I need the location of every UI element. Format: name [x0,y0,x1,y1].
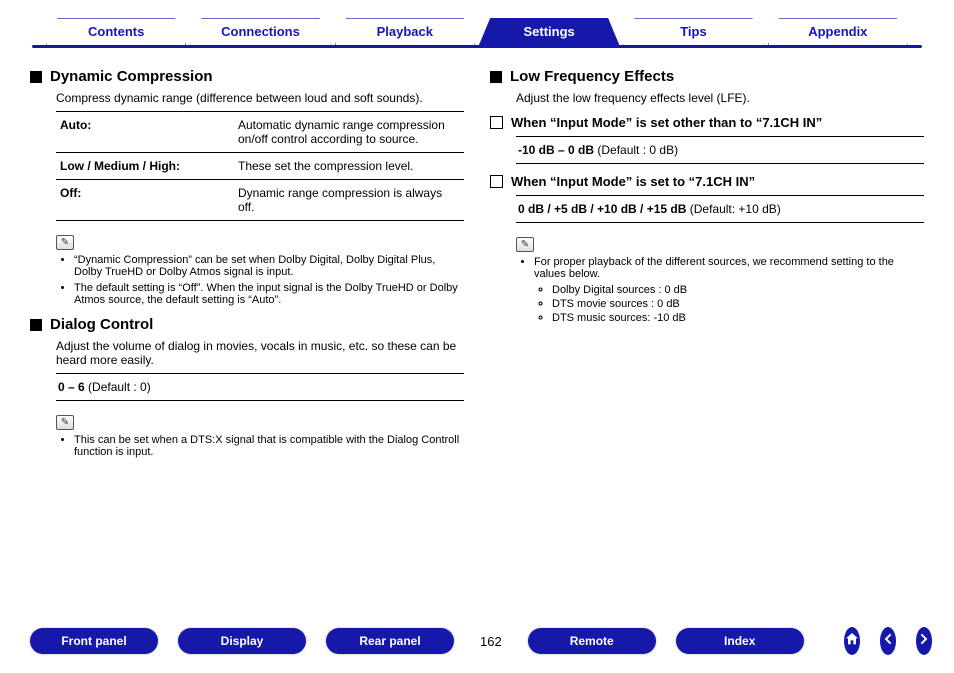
dialog-control-notes: This can be set when a DTS:X signal that… [56,434,464,458]
tab-contents[interactable]: Contents [46,18,186,45]
note-item: For proper playback of the different sou… [534,256,924,324]
opt-value: These set the compression level. [234,153,464,180]
lfe-range-other: -10 dB – 0 dB (Default : 0 dB) [516,136,924,164]
pencil-note-icon: ✎ [56,235,74,250]
range-bold: 0 dB / +5 dB / +10 dB / +15 dB [518,202,686,216]
square-bullet-icon [30,319,42,331]
opt-key: Off: [56,180,234,221]
left-column: Dynamic Compression Compress dynamic ran… [30,64,464,468]
dynamic-compression-intro: Compress dynamic range (difference betwe… [56,91,464,105]
range-default: (Default : 0 dB) [594,143,678,157]
arrow-right-icon [916,631,932,652]
heading-input-mode-other: When “Input Mode” is set other than to “… [490,115,924,130]
square-bullet-icon [30,71,42,83]
note-subitem: DTS music sources: -10 dB [552,312,924,324]
pencil-note-icon: ✎ [56,415,74,430]
table-row: Auto: Automatic dynamic range compressio… [56,112,464,153]
heading-dialog-control: Dialog Control [30,316,464,333]
opt-value: Dynamic range compression is always off. [234,180,464,221]
hollow-square-icon [490,116,503,129]
dialog-control-intro: Adjust the volume of dialog in movies, v… [56,339,464,367]
heading-text: When “Input Mode” is set to “7.1CH IN” [511,174,755,189]
lfe-notes: For proper playback of the different sou… [516,256,924,324]
opt-key: Low / Medium / High: [56,153,234,180]
tab-appendix[interactable]: Appendix [768,18,908,45]
tab-underline [32,45,922,48]
heading-text: Low Frequency Effects [510,68,674,85]
range-default: (Default : 0) [85,380,151,394]
dynamic-compression-notes: “Dynamic Compression” can be set when Do… [56,254,464,306]
dialog-control-range: 0 – 6 (Default : 0) [56,373,464,401]
home-button[interactable] [844,627,860,655]
nav-rear-panel[interactable]: Rear panel [326,628,454,654]
lfe-range-71ch: 0 dB / +5 dB / +10 dB / +15 dB (Default:… [516,195,924,223]
heading-text: When “Input Mode” is set other than to “… [511,115,822,130]
nav-front-panel[interactable]: Front panel [30,628,158,654]
heading-text: Dialog Control [50,316,153,333]
note-item: The default setting is “Off”. When the i… [74,282,464,306]
lfe-intro: Adjust the low frequency effects level (… [516,91,924,105]
next-page-button[interactable] [916,627,932,655]
prev-page-button[interactable] [880,627,896,655]
range-bold: -10 dB – 0 dB [518,143,594,157]
page-number: 162 [474,634,508,649]
range-bold: 0 – 6 [58,380,85,394]
tab-connections[interactable]: Connections [190,18,330,45]
heading-input-mode-71ch: When “Input Mode” is set to “7.1CH IN” [490,174,924,189]
range-default: (Default: +10 dB) [686,202,780,216]
dynamic-compression-table: Auto: Automatic dynamic range compressio… [56,111,464,221]
heading-lfe: Low Frequency Effects [490,68,924,85]
table-row: Low / Medium / High: These set the compr… [56,153,464,180]
nav-remote[interactable]: Remote [528,628,656,654]
note-subitem: DTS movie sources : 0 dB [552,298,924,310]
top-tabs: Contents Connections Playback Settings T… [30,18,924,45]
nav-display[interactable]: Display [178,628,306,654]
note-item: “Dynamic Compression” can be set when Do… [74,254,464,278]
pencil-note-icon: ✎ [516,237,534,252]
heading-dynamic-compression: Dynamic Compression [30,68,464,85]
nav-index[interactable]: Index [676,628,804,654]
opt-value: Automatic dynamic range compression on/o… [234,112,464,153]
tab-playback[interactable]: Playback [335,18,475,45]
right-column: Low Frequency Effects Adjust the low fre… [490,64,924,468]
note-item: This can be set when a DTS:X signal that… [74,434,464,458]
note-lead: For proper playback of the different sou… [534,256,894,280]
tab-tips[interactable]: Tips [623,18,763,45]
arrow-left-icon [880,631,896,652]
opt-key: Auto: [56,112,234,153]
heading-text: Dynamic Compression [50,68,213,85]
square-bullet-icon [490,71,502,83]
bottom-bar: Front panel Display Rear panel 162 Remot… [30,627,924,655]
table-row: Off: Dynamic range compression is always… [56,180,464,221]
tab-settings[interactable]: Settings [479,18,619,45]
home-icon [844,631,860,652]
note-subitem: Dolby Digital sources : 0 dB [552,284,924,296]
hollow-square-icon [490,175,503,188]
